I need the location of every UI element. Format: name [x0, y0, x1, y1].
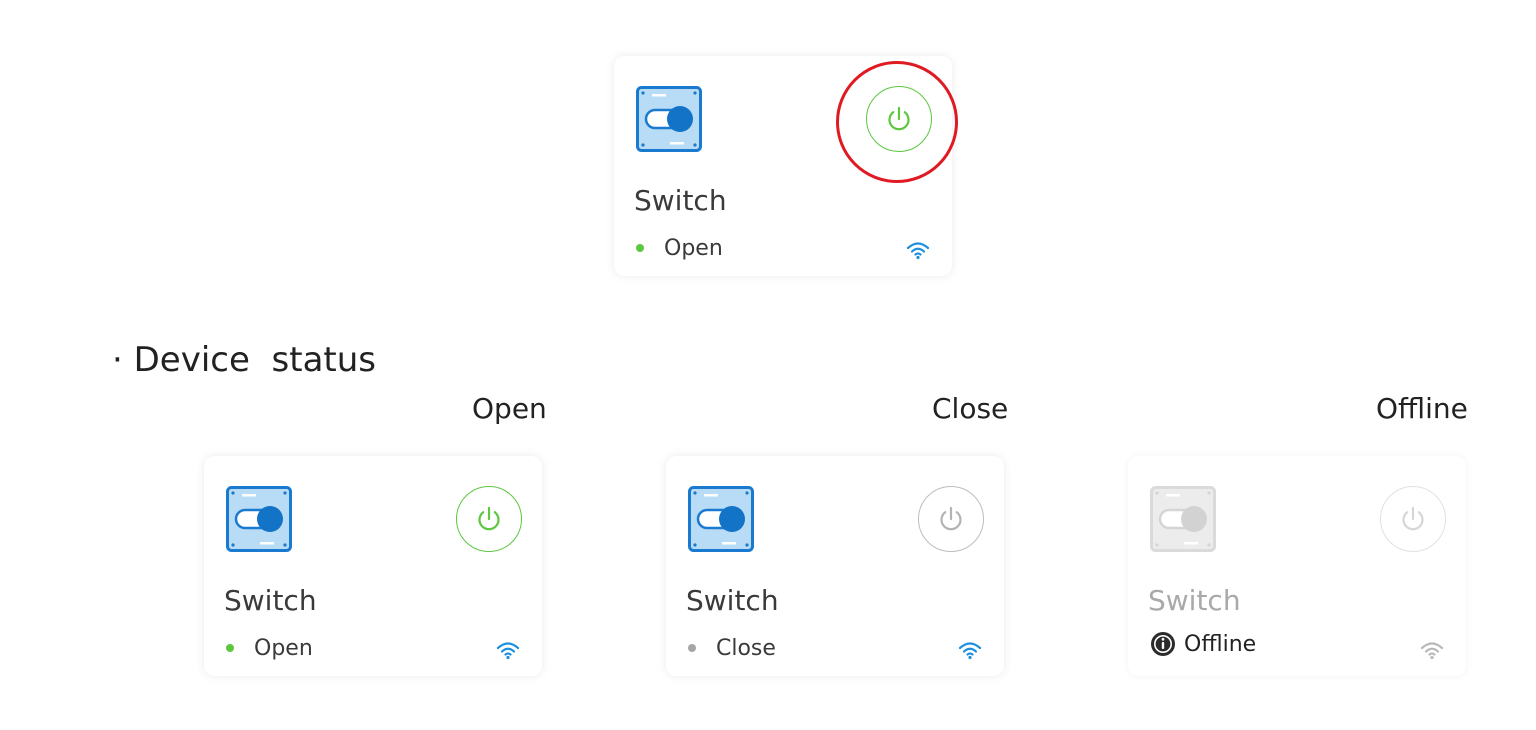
device-name: Switch — [1148, 584, 1241, 617]
status-label: Open — [254, 635, 313, 661]
device-card-offline[interactable]: Switch Offline — [1128, 456, 1466, 676]
wifi-icon — [958, 642, 982, 660]
device-name: Switch — [634, 184, 727, 217]
device-name: Switch — [686, 584, 779, 617]
caption-offline: Offline — [1376, 392, 1468, 425]
status-dot — [688, 644, 696, 652]
wifi-off-icon — [1420, 642, 1444, 660]
switch-device-icon — [226, 486, 292, 552]
status-label: Open — [664, 235, 723, 261]
offline-info-icon — [1151, 632, 1175, 656]
power-button[interactable] — [456, 486, 522, 552]
device-name: Switch — [224, 584, 317, 617]
bullet: · — [112, 340, 123, 380]
switch-device-icon — [1150, 486, 1216, 552]
section-heading: · Device status — [112, 340, 376, 380]
device-status: Offline — [1150, 630, 1256, 658]
caption-open: Open — [472, 392, 547, 425]
switch-device-icon — [688, 486, 754, 552]
status-dot — [226, 644, 234, 652]
power-button[interactable] — [866, 86, 932, 152]
power-icon — [1402, 506, 1424, 531]
caption-close: Close — [932, 392, 1009, 425]
status-dot — [636, 244, 644, 252]
power-icon — [940, 506, 962, 531]
device-status: Close — [688, 634, 776, 662]
power-icon — [478, 506, 500, 531]
device-card-close[interactable]: Switch Close — [666, 456, 1004, 676]
device-card-open[interactable]: Switch Open — [204, 456, 542, 676]
switch-device-icon — [636, 86, 702, 152]
device-status: Open — [636, 234, 723, 262]
device-status: Open — [226, 634, 313, 662]
power-button[interactable] — [918, 486, 984, 552]
wifi-icon — [906, 242, 930, 260]
power-button[interactable] — [1380, 486, 1446, 552]
status-label: Offline — [1184, 631, 1257, 657]
power-icon — [888, 106, 910, 131]
device-card-hero[interactable]: Switch Open — [614, 56, 952, 276]
status-label: Close — [716, 635, 776, 661]
section-heading-text: Device status — [133, 340, 376, 380]
wifi-icon — [496, 642, 520, 660]
